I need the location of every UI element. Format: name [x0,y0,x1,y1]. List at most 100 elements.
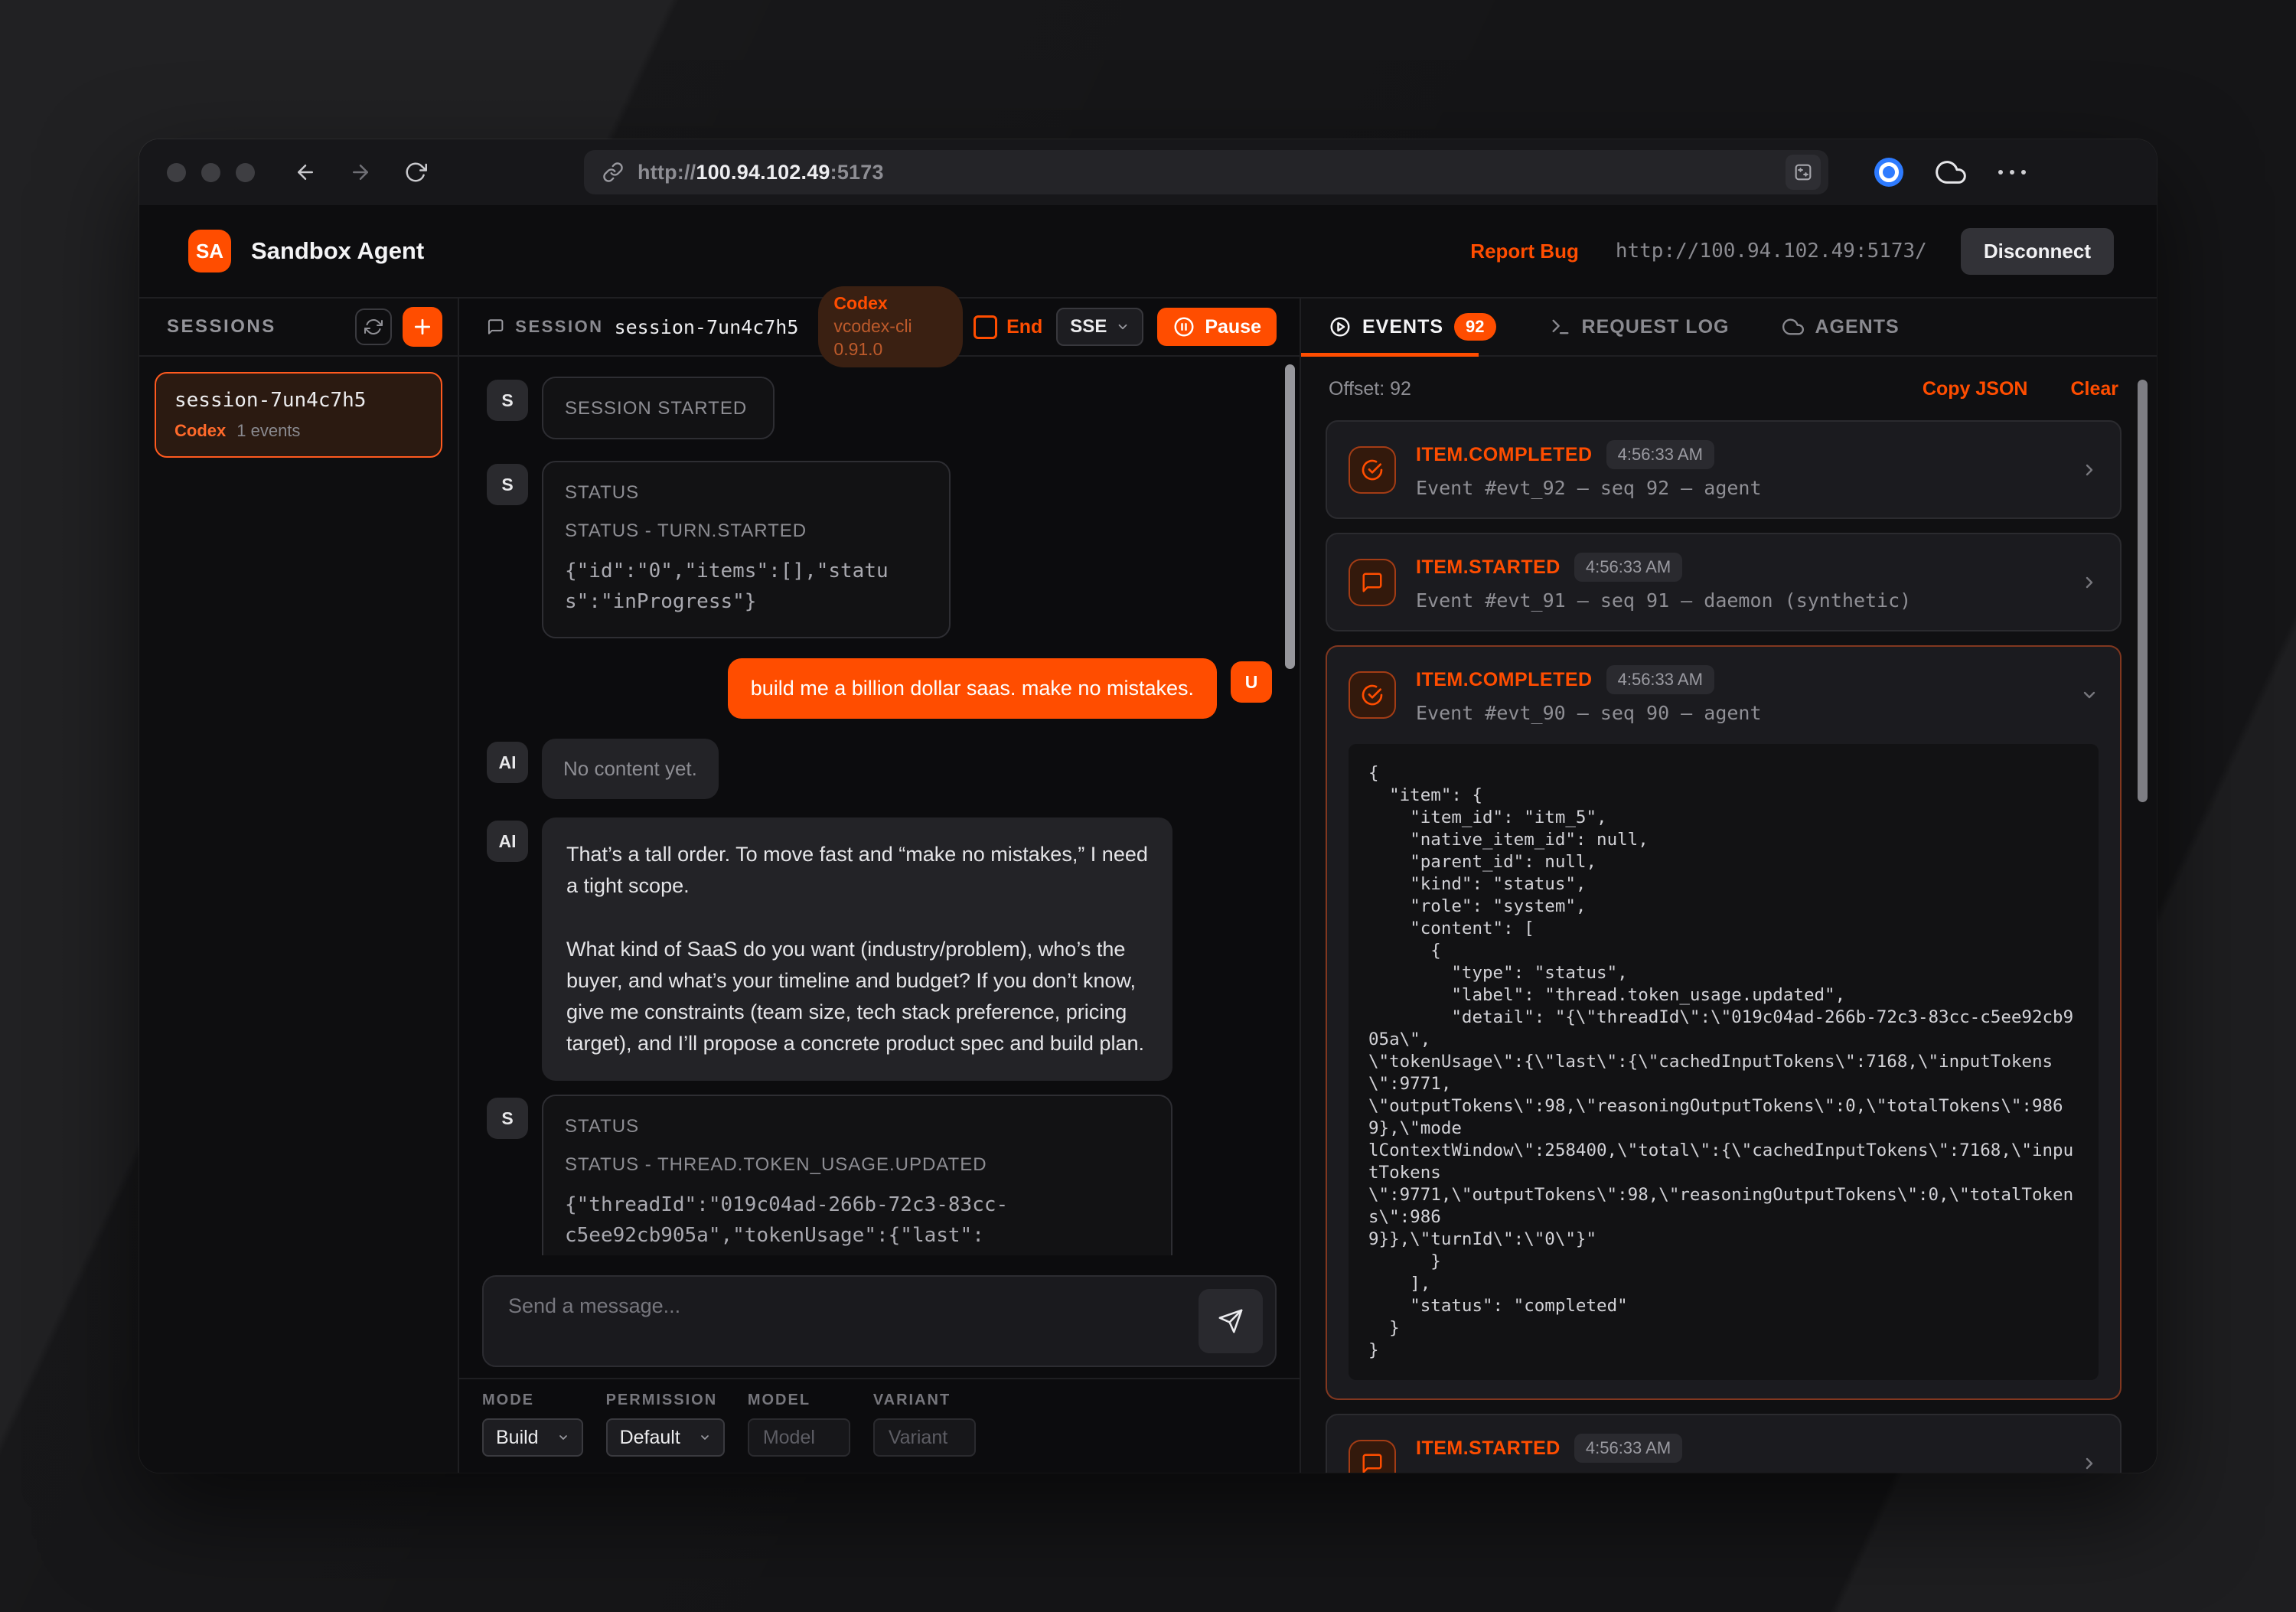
offset-label: Offset: 92 [1329,378,1411,400]
minimize-window-button[interactable] [201,163,220,182]
event-card[interactable]: ITEM.STARTED 4:56:33 AM Event #evt_91 – … [1326,533,2122,631]
chat-scrollbar[interactable] [1285,364,1295,669]
chat-transcript: S SESSION STARTED S STATUS STATUS - TURN… [459,357,1300,1255]
mode-label: MODE [482,1392,583,1409]
event-type: ITEM.STARTED [1416,1437,1561,1460]
sessions-sidebar: SESSIONS session-7un4c7h5 Codex 1 events [139,299,459,1473]
password-manager-icon[interactable] [1874,158,1903,187]
send-button[interactable] [1199,1289,1263,1353]
refresh-icon [364,318,383,336]
event-description: Event #evt_91 – seq 91 – daemon (synthet… [1416,589,2060,612]
end-label: End [1006,316,1042,338]
event-card[interactable]: ITEM.COMPLETED 4:56:33 AM Event #evt_92 … [1326,420,2122,519]
panel-tabs: EVENTS 92 REQUEST LOG AGENTS [1301,299,2157,357]
reload-button[interactable] [399,155,432,189]
back-button[interactable] [289,155,322,189]
event-timestamp: 4:56:33 AM [1606,440,1714,469]
message-bubble: STATUS STATUS - THREAD.TOKEN_USAGE.UPDAT… [542,1095,1172,1255]
reader-toggle-button[interactable] [1786,155,1821,190]
browser-window: http://100.94.102.49:5173 SA Sandbox Age… [139,139,2157,1473]
mode-select[interactable]: Build [482,1418,583,1457]
empty-content-label: No content yet. [563,757,697,781]
tab-request-log-label: REQUEST LOG [1582,316,1730,338]
terminal-icon [1550,316,1571,338]
variant-input-wrap [873,1418,976,1457]
maximize-window-button[interactable] [236,163,255,182]
plus-icon [413,317,432,337]
system-message: S STATUS STATUS - TURN.STARTED {"id":"0"… [487,461,1272,638]
transport-value: SSE [1070,316,1107,338]
event-description: Event #evt_89 – seq 89 – daemon (synthet… [1416,1470,2060,1473]
session-header: SESSION session-7un4c7h5 Codex vcodex-cl… [459,299,1300,357]
address-bar[interactable]: http://100.94.102.49:5173 [584,150,1828,194]
event-card-expanded[interactable]: ITEM.COMPLETED 4:56:33 AM Event #evt_90 … [1326,645,2122,1400]
clear-button[interactable]: Clear [2070,378,2118,400]
end-session-checkbox[interactable]: End [974,315,1042,339]
play-circle-icon [1329,315,1352,338]
session-list-item[interactable]: session-7un4c7h5 Codex 1 events [155,372,442,458]
chevron-down-icon [1116,320,1130,334]
session-event-count: 1 events [236,421,300,441]
assistant-paragraph: That’s a tall order. To move fast and “m… [566,839,1148,902]
new-session-button[interactable] [403,307,442,347]
forward-button[interactable] [344,155,377,189]
browser-menu-icon[interactable] [1998,170,2026,175]
variant-label: VARIANT [873,1392,976,1409]
sessions-heading: SESSIONS [167,316,276,338]
model-field: MODEL [748,1392,850,1473]
close-window-button[interactable] [167,163,186,182]
permission-select[interactable]: Default [606,1418,725,1457]
session-label: SESSION [515,317,603,337]
event-card[interactable]: ITEM.STARTED 4:56:33 AM Event #evt_89 – … [1326,1414,2122,1473]
transport-select[interactable]: SSE [1056,308,1143,346]
tab-agents[interactable]: AGENTS [1782,316,1899,338]
agent-cli: vcodex-cli [833,316,912,336]
event-timestamp: 4:56:33 AM [1574,1434,1682,1463]
report-bug-link[interactable]: Report Bug [1470,240,1579,263]
checkbox-icon[interactable] [974,315,997,339]
chat-bubble-icon [487,316,504,338]
check-circle-icon [1349,446,1396,494]
status-subtitle: STATUS - TURN.STARTED [565,520,928,542]
model-input[interactable] [762,1426,837,1450]
system-message: S SESSION STARTED [487,377,1272,439]
pause-button[interactable]: Pause [1157,308,1277,346]
message-composer [482,1275,1277,1367]
url-scheme: http:// [638,161,696,184]
chevron-right-icon [2080,1454,2099,1473]
expand-event-button[interactable] [2080,1454,2099,1473]
event-timestamp: 4:56:33 AM [1574,553,1682,582]
collapse-event-button[interactable] [2080,686,2099,704]
link-icon [602,162,624,183]
refresh-sessions-button[interactable] [355,308,392,345]
tab-request-log[interactable]: REQUEST LOG [1550,316,1730,338]
events-scrollbar[interactable] [2138,380,2148,802]
expand-event-button[interactable] [2080,461,2099,479]
events-count-badge: 92 [1454,313,1495,341]
mode-field: MODE Build [482,1392,583,1473]
app-logo: SA [188,230,231,272]
system-message: S STATUS STATUS - THREAD.TOKEN_USAGE.UPD… [487,1095,1272,1255]
server-url: http://100.94.102.49:5173/ [1616,240,1927,263]
tab-events[interactable]: EVENTS 92 [1329,313,1496,341]
status-json: {"threadId":"019c04ad-266b-72c3-83cc- c5… [565,1189,1150,1255]
cloud-icon[interactable] [1936,157,1966,188]
event-timestamp: 4:56:33 AM [1606,665,1714,694]
model-label: MODEL [748,1392,850,1409]
event-description: Event #evt_92 – seq 92 – agent [1416,477,2060,499]
cloud-icon [1782,316,1804,338]
expand-event-button[interactable] [2080,573,2099,592]
event-description: Event #evt_90 – seq 90 – agent [1416,702,2060,724]
event-type: ITEM.COMPLETED [1416,669,1593,691]
message-bubble: STATUS STATUS - TURN.STARTED {"id":"0","… [542,461,951,638]
variant-input[interactable] [887,1426,962,1450]
back-arrow-icon [294,161,317,184]
chevron-right-icon [2080,573,2099,592]
session-id: session-7un4c7h5 [615,316,799,338]
copy-json-button[interactable]: Copy JSON [1923,378,2028,400]
permission-value: Default [620,1427,680,1449]
event-type: ITEM.COMPLETED [1416,444,1593,466]
chevron-right-icon [2080,461,2099,479]
model-input-wrap [748,1418,850,1457]
disconnect-button[interactable]: Disconnect [1961,228,2114,275]
